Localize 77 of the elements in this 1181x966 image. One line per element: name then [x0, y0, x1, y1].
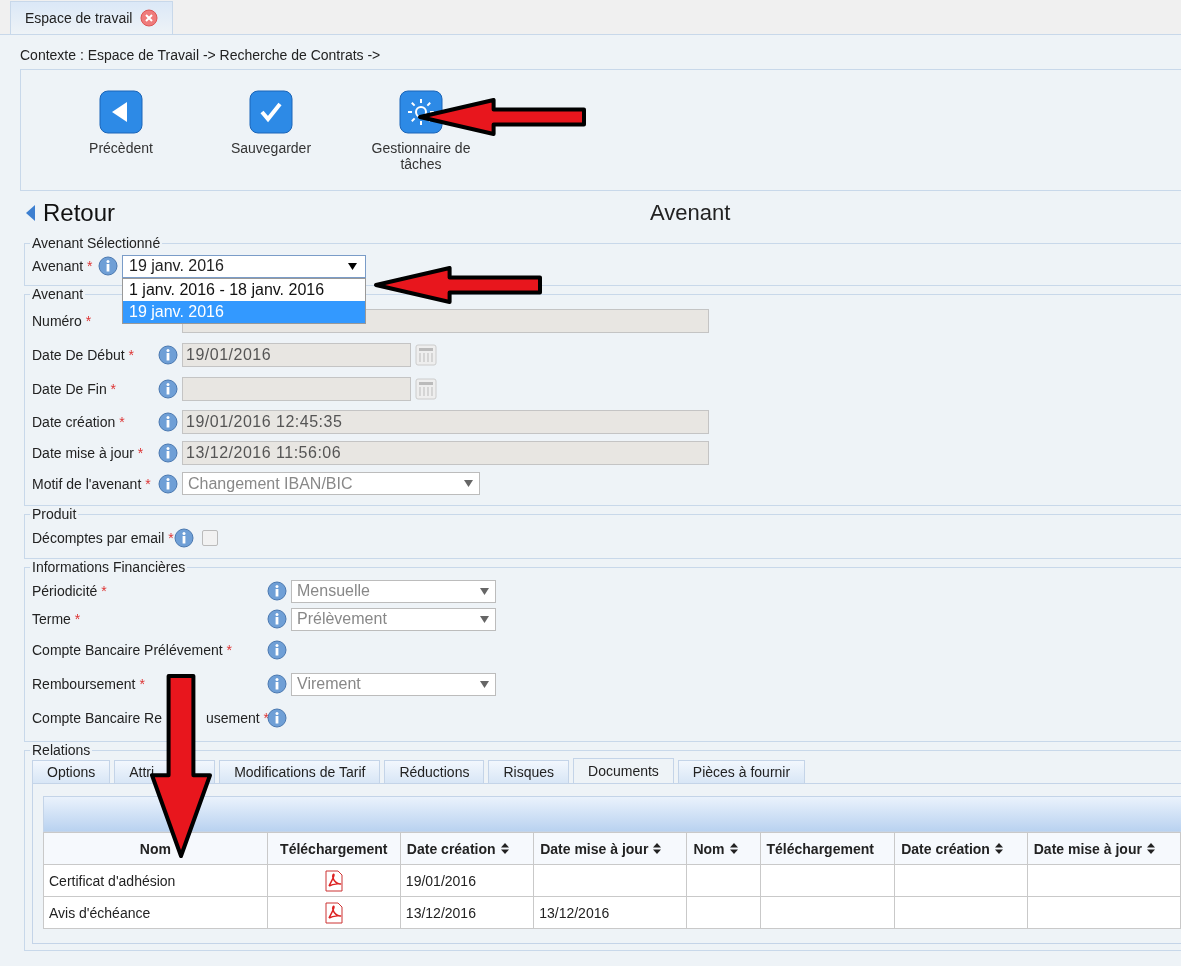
- back-triangle-icon: [26, 205, 35, 221]
- field-label: Date création *: [32, 413, 126, 430]
- section-legend: Avenant: [30, 286, 86, 302]
- sort-icon[interactable]: [729, 842, 738, 854]
- field-label: Numéro *: [32, 313, 93, 329]
- field-label: Remboursement *: [32, 676, 145, 692]
- play-left-icon: [99, 90, 143, 134]
- relation-tab[interactable]: Modifications de Tarif: [219, 760, 381, 783]
- table-cell: 13/12/2016: [533, 896, 687, 929]
- context-breadcrumb: Contexte : Espace de Travail -> Recherche de Contrats ->: [19, 46, 382, 65]
- info-icon[interactable]: [158, 345, 178, 365]
- column-header[interactable]: Date création: [894, 832, 1028, 865]
- table-cell: 19/01/2016: [400, 864, 534, 897]
- info-icon[interactable]: [158, 379, 178, 399]
- column-header[interactable]: Date mise à jour: [533, 832, 687, 865]
- table-cell: Certificat d'adhésion: [43, 864, 268, 897]
- info-icon[interactable]: [174, 528, 194, 548]
- column-header[interactable]: Nom: [43, 832, 268, 865]
- relation-tab[interactable]: Options: [32, 760, 111, 783]
- info-icon[interactable]: [267, 674, 287, 694]
- section-legend: Avenant Sélectionné: [30, 235, 163, 251]
- field-label: Date De Début *: [32, 347, 135, 363]
- field-label: Périodicité *: [32, 583, 107, 599]
- field-label: Motif de l'avenant *: [32, 475, 152, 492]
- avenant-select[interactable]: 19 janv. 2016: [122, 254, 366, 278]
- sort-icon[interactable]: [1146, 842, 1155, 854]
- checkmark-icon: [249, 90, 293, 134]
- info-icon[interactable]: [98, 256, 118, 276]
- text-field[interactable]: 19/01/2016 12:45:35: [182, 409, 709, 434]
- section-legend: Produit: [30, 506, 79, 522]
- date-field[interactable]: [182, 377, 411, 401]
- caret-icon: [480, 615, 489, 623]
- field-label: usement *: [205, 710, 269, 726]
- table-cell: 13/12/2016: [400, 896, 534, 929]
- workspace-tab[interactable]: Espace de travail: [10, 1, 174, 34]
- info-icon[interactable]: [158, 411, 178, 432]
- column-header[interactable]: Téléchargement: [760, 832, 895, 865]
- caret-icon: [480, 587, 489, 595]
- section-legend: Relations: [30, 742, 93, 758]
- field-label: Date mise à jour *: [32, 444, 145, 461]
- date-field[interactable]: 19/01/2016: [182, 343, 411, 367]
- sort-icon[interactable]: [994, 842, 1003, 854]
- section-legend: Informations Financières: [30, 559, 188, 575]
- toolbar-button[interactable]: Précèdent: [61, 90, 181, 190]
- info-icon[interactable]: [267, 581, 287, 601]
- toolbar-button[interactable]: Sauvegarder: [211, 90, 331, 190]
- relation-tab[interactable]: Réductions: [384, 760, 485, 783]
- back-link[interactable]: Retour: [26, 199, 116, 227]
- caret-icon: [480, 680, 489, 688]
- field-label: Date De Fin *: [32, 381, 118, 397]
- column-header[interactable]: Date mise à jour: [1027, 832, 1181, 865]
- pdf-icon[interactable]: [322, 869, 345, 892]
- info-icon[interactable]: [267, 640, 287, 660]
- page-title: Avenant: [650, 200, 731, 226]
- column-header[interactable]: Téléchargement: [267, 832, 401, 865]
- field-label: Terme *: [32, 611, 81, 627]
- sort-icon[interactable]: [653, 842, 662, 854]
- relation-tab[interactable]: Pièces à fournir: [677, 760, 806, 783]
- field-label: Compte Bancaire Re: [32, 710, 162, 726]
- relation-tab[interactable]: Documents: [573, 758, 674, 783]
- table-cell: Avis d'échéance: [43, 896, 268, 929]
- column-header[interactable]: Nom: [686, 832, 760, 865]
- info-icon[interactable]: [267, 708, 287, 728]
- sort-icon[interactable]: [500, 842, 509, 854]
- column-header[interactable]: Date création: [400, 832, 534, 865]
- field-label: Compte Bancaire Prélévement *: [32, 642, 232, 658]
- caret-icon: [464, 480, 473, 487]
- text-field[interactable]: 13/12/2016 11:56:06: [182, 440, 709, 465]
- relation-tab[interactable]: Risques: [488, 760, 570, 783]
- field-label: Décomptes par email *: [32, 530, 174, 546]
- pdf-icon[interactable]: [322, 901, 345, 924]
- info-icon[interactable]: [158, 442, 178, 463]
- checkbox[interactable]: [202, 530, 218, 546]
- field-label: Avenant *: [32, 258, 94, 274]
- close-icon[interactable]: [140, 9, 159, 27]
- info-icon[interactable]: [267, 609, 287, 629]
- caret-icon: [348, 262, 357, 270]
